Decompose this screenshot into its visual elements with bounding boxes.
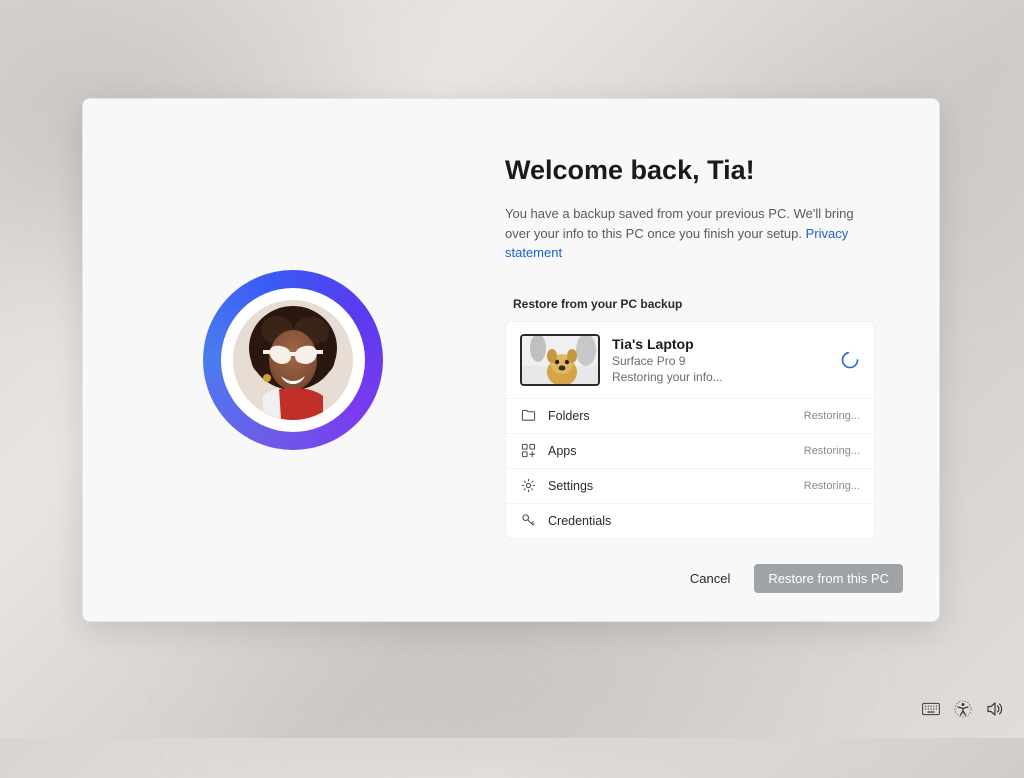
volume-icon[interactable] [986,700,1004,718]
system-tray [922,700,1004,718]
keyboard-icon[interactable] [922,700,940,718]
folder-icon [520,408,536,424]
item-status: Restoring... [804,480,860,492]
item-label: Folders [548,409,792,423]
device-thumbnail-image [522,336,600,386]
avatar-person-icon [233,300,353,420]
key-icon [520,513,536,529]
backup-card: Tia's Laptop Surface Pro 9 Restoring you… [505,321,875,539]
spinner-icon [840,350,860,370]
device-row: Tia's Laptop Surface Pro 9 Restoring you… [506,322,874,398]
settings-icon [520,478,536,494]
cancel-button[interactable]: Cancel [680,564,740,593]
backup-item-apps: Apps Restoring... [506,433,874,468]
section-label: Restore from your PC backup [513,297,903,311]
device-meta: Tia's Laptop Surface Pro 9 Restoring you… [612,336,828,384]
dialog-actions: Cancel Restore from this PC [505,564,903,593]
item-status: Restoring... [804,445,860,457]
right-pane: Welcome back, Tia! You have a backup sav… [503,99,939,621]
accessibility-icon[interactable] [954,700,972,718]
page-subtitle: You have a backup saved from your previo… [505,204,865,263]
device-status: Restoring your info... [612,370,828,384]
avatar-image [233,300,353,420]
restore-dialog: Welcome back, Tia! You have a backup sav… [82,98,940,622]
restore-button[interactable]: Restore from this PC [754,564,903,593]
page-title: Welcome back, Tia! [505,155,903,186]
backup-item-credentials: Credentials [506,503,874,538]
item-label: Apps [548,444,792,458]
subtitle-text: You have a backup saved from your previo… [505,206,854,241]
device-name: Tia's Laptop [612,336,828,352]
device-model: Surface Pro 9 [612,354,828,368]
apps-icon [520,443,536,459]
item-label: Credentials [548,514,848,528]
avatar [203,270,383,450]
left-pane [83,99,503,621]
backup-item-settings: Settings Restoring... [506,468,874,503]
item-status: Restoring... [804,410,860,422]
backup-item-folders: Folders Restoring... [506,398,874,433]
item-label: Settings [548,479,792,493]
device-thumbnail [520,334,600,386]
